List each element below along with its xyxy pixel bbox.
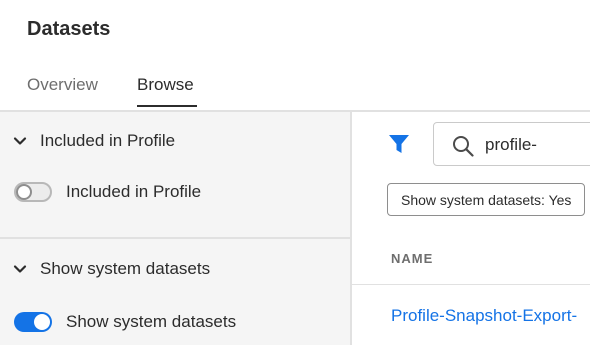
section-label: Included in Profile: [40, 131, 176, 150]
column-header-name[interactable]: NAME: [391, 251, 433, 266]
active-tab-indicator: [137, 105, 197, 107]
search-icon: [453, 136, 474, 157]
filter-icon[interactable]: [388, 133, 410, 155]
chevron-down-icon: [13, 137, 27, 145]
toggle-label: Show system datasets: [66, 312, 237, 331]
section-divider: [0, 237, 350, 239]
chevron-down-icon: [13, 265, 27, 273]
dataset-name-link[interactable]: Profile-Snapshot-Export-: [391, 306, 577, 326]
filter-tag-show-system-datasets[interactable]: Show system datasets: Yes: [387, 183, 586, 216]
filter-sidebar: Included in Profile Included in Profile …: [0, 112, 350, 345]
panel-divider: [350, 112, 352, 345]
section-header-show-system-datasets[interactable]: Show system datasets: [12, 258, 210, 280]
page-title: Datasets: [27, 18, 111, 40]
tab-overview[interactable]: Overview: [27, 75, 98, 95]
show-system-datasets-switch[interactable]: [14, 312, 52, 332]
toggle-label: Included in Profile: [66, 182, 202, 201]
section-label: Show system datasets: [40, 259, 211, 278]
table-header-divider: [352, 284, 590, 285]
tab-bar: Overview Browse: [0, 70, 590, 110]
included-in-profile-switch[interactable]: [14, 182, 52, 202]
switch-knob: [16, 184, 32, 200]
search-input[interactable]: [485, 132, 590, 158]
search-field: [433, 122, 590, 166]
toggle-row-show-system-datasets: Show system datasets: [14, 311, 236, 333]
toggle-row-included-in-profile: Included in Profile: [14, 181, 201, 203]
section-header-included-in-profile[interactable]: Included in Profile: [12, 130, 175, 152]
switch-knob: [34, 314, 50, 330]
tab-browse[interactable]: Browse: [137, 75, 194, 95]
